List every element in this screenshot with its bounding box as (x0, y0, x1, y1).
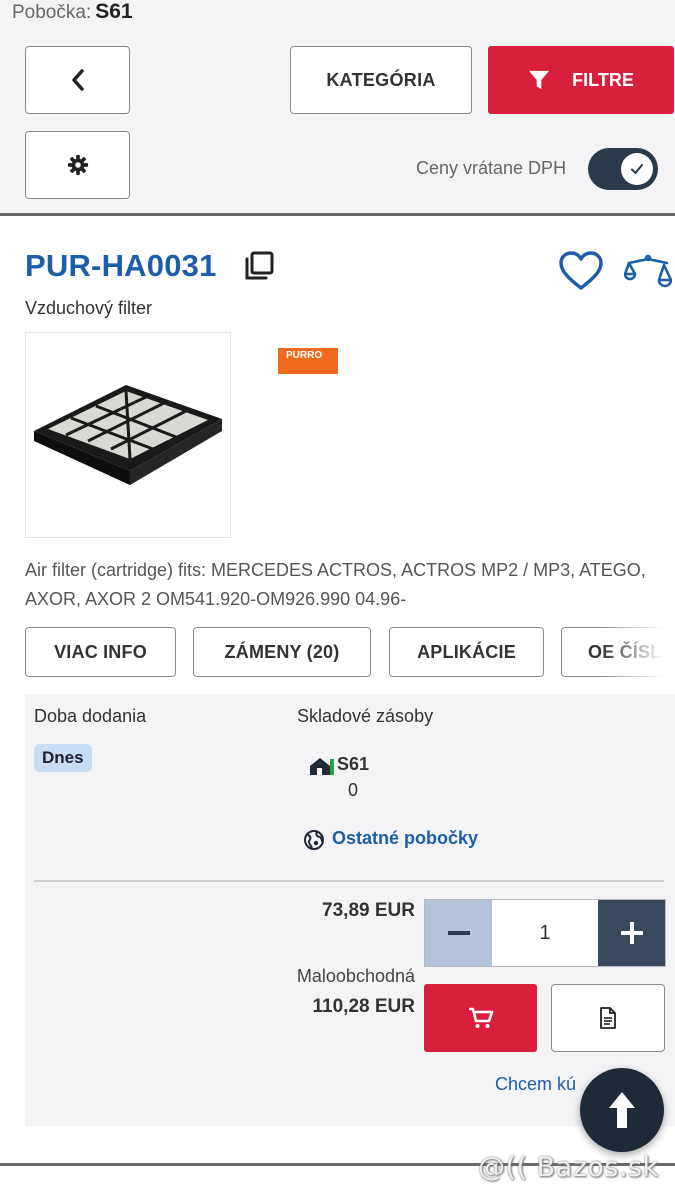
vat-toggle[interactable] (588, 148, 658, 190)
tab-applications[interactable]: APLIKÁCIE (389, 627, 544, 677)
retail-label: Maloobchodná (296, 966, 415, 986)
increment-button[interactable] (598, 900, 665, 966)
decrement-button[interactable] (425, 900, 492, 966)
brand-logo-text: PURRO (286, 350, 323, 361)
quantity-input[interactable]: 1 (492, 900, 598, 966)
stock-branch-code: S61 (337, 754, 370, 774)
delivery-badge: Dnes (34, 744, 92, 772)
request-link[interactable]: Chcem kú (495, 1074, 576, 1095)
chevron-left-icon (71, 69, 84, 91)
copy-icon[interactable] (243, 250, 275, 282)
back-button[interactable] (25, 46, 130, 114)
branch-code: S61 (95, 0, 133, 23)
brand-logo: PURRO (278, 348, 338, 374)
heart-icon[interactable] (558, 250, 604, 292)
retail-price: 110,28 EUR (312, 996, 415, 1017)
stock-label: Skladové zásoby (297, 706, 434, 726)
cart-icon (468, 1007, 493, 1028)
scroll-to-top-button[interactable] (580, 1068, 664, 1152)
globe-icon (304, 830, 324, 850)
stock-branch-qty: 0 (348, 780, 359, 800)
filter-label: FILTRE (572, 69, 634, 90)
arrow-up-icon (609, 1092, 635, 1128)
minus-icon (447, 931, 470, 935)
document-icon (600, 1007, 616, 1029)
product-name: Vzduchový filter (25, 298, 153, 318)
tab-substitutes[interactable]: ZÁMENY (20) (193, 627, 371, 677)
add-to-cart-button[interactable] (424, 984, 537, 1052)
category-button[interactable]: KATEGÓRIA (290, 46, 472, 114)
product-code: PUR-HA0031 (25, 248, 217, 283)
divider (34, 880, 664, 882)
net-price: 73,89 EUR (322, 900, 415, 921)
watermark: @(( Bazos.sk (478, 1152, 659, 1183)
toolbar: KATEGÓRIA FILTRE Ceny vrátane DPH (0, 24, 675, 216)
vat-label: Ceny vrátane DPH (416, 158, 567, 178)
air-filter-image (34, 385, 222, 485)
tabs-fade-overlay (600, 626, 675, 678)
quote-document-button[interactable] (551, 984, 665, 1052)
funnel-icon (529, 70, 550, 90)
product-image[interactable] (25, 332, 231, 538)
filter-button[interactable]: FILTRE (488, 46, 674, 114)
delivery-label: Doba dodania (34, 706, 147, 726)
product-description: Air filter (cartridge) fits: MERCEDES AC… (25, 560, 646, 609)
check-icon (621, 153, 653, 185)
tab-more-info[interactable]: VIAC INFO (25, 627, 176, 677)
branch-label: Pobočka: (12, 2, 92, 23)
other-branches-link[interactable]: Ostatné pobočky (332, 828, 478, 849)
gear-icon (67, 154, 88, 176)
plus-icon (620, 922, 643, 944)
warehouse-icon (310, 758, 334, 775)
branch-bar: Pobočka: S61 (0, 0, 675, 24)
settings-button[interactable] (25, 131, 130, 199)
compare-scale-icon[interactable] (624, 253, 672, 289)
quantity-stepper: 1 (424, 899, 666, 967)
stock-panel: Doba dodania Skladové zásoby Dnes S61 0 … (25, 694, 675, 1126)
